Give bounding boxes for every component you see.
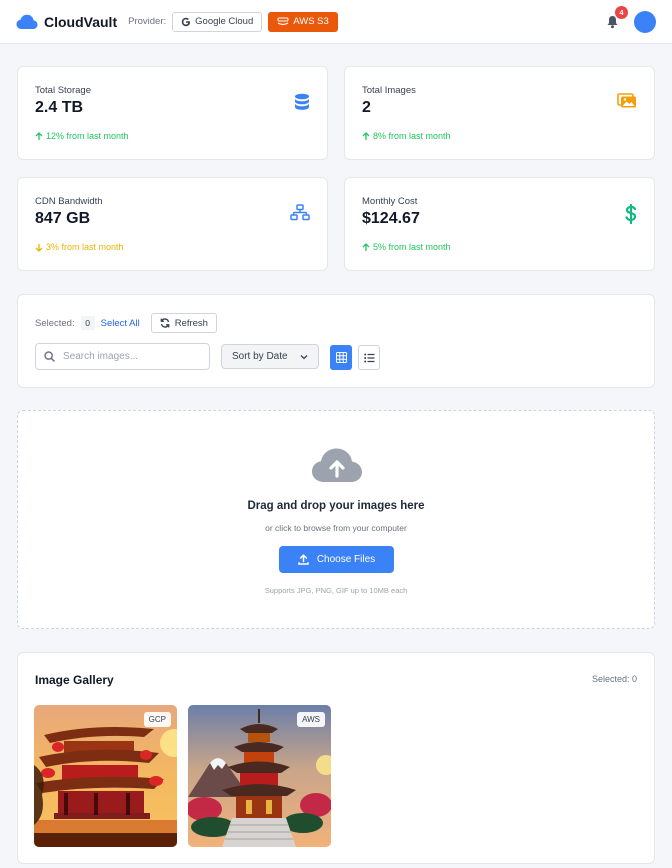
- sort-value: Sort by Date: [232, 351, 288, 362]
- stat-label: Total Images: [362, 85, 416, 96]
- provider-label: Provider:: [128, 16, 167, 27]
- upload-title: Drag and drop your images here: [247, 500, 425, 512]
- grid-icon: [335, 352, 347, 363]
- aws-icon: [277, 17, 289, 26]
- search-input[interactable]: [63, 351, 203, 362]
- stat-label: Total Storage: [35, 85, 91, 96]
- provider-tag: AWS: [297, 712, 325, 727]
- upload-dropzone[interactable]: Drag and drop your images here or click …: [17, 410, 655, 629]
- refresh-button[interactable]: Refresh: [150, 313, 217, 333]
- selected-count: 0: [80, 316, 95, 330]
- database-icon: [295, 93, 309, 110]
- stat-label: CDN Bandwidth: [35, 196, 103, 207]
- select-all-link[interactable]: Select All: [101, 318, 140, 329]
- list-view-button[interactable]: [358, 345, 380, 370]
- dollar-icon: [625, 204, 637, 224]
- provider-label-google: Google Cloud: [195, 16, 254, 27]
- stat-card-total-storage: Total Storage 2.4 TB 12% from last month: [17, 66, 328, 160]
- chevron-down-icon: [300, 354, 308, 359]
- arrow-down-icon: [35, 243, 43, 252]
- stat-trend: 12% from last month: [35, 131, 129, 141]
- gallery-selected: Selected: 0: [591, 674, 637, 684]
- stat-value: 2: [362, 99, 371, 116]
- image-gallery-panel: Image Gallery Selected: 0 GCP AWS: [17, 652, 655, 864]
- stat-card-total-images: Total Images 2 8% from last month: [344, 66, 655, 160]
- gallery-title: Image Gallery: [35, 673, 114, 687]
- stat-card-cdn-bandwidth: CDN Bandwidth 847 GB 3% from last month: [17, 177, 328, 271]
- gallery-image-card[interactable]: GCP: [34, 705, 177, 847]
- arrow-up-icon: [362, 242, 370, 251]
- upload-subtitle: or click to browse from your computer: [265, 523, 407, 533]
- notifications-button[interactable]: 4: [604, 5, 628, 30]
- stat-trend: 8% from last month: [362, 131, 451, 141]
- choose-files-label: Choose Files: [316, 554, 376, 565]
- google-icon: [181, 17, 191, 26]
- notification-badge: 4: [615, 5, 628, 19]
- list-icon: [363, 353, 374, 362]
- top-bar: CloudVault Provider: Google Cloud AWS S3…: [0, 0, 672, 44]
- upload-note: Supports JPG, PNG, GIF up to 10MB each: [264, 586, 408, 595]
- sort-select[interactable]: Sort by Date: [221, 344, 319, 369]
- provider-label-aws: AWS S3: [293, 16, 329, 27]
- avatar[interactable]: [634, 10, 656, 33]
- search-box[interactable]: [35, 343, 210, 370]
- stat-value: $124.67: [362, 210, 420, 227]
- provider-google-cloud-button[interactable]: Google Cloud: [172, 11, 263, 32]
- search-icon: [44, 351, 55, 362]
- cloud-upload-icon: [312, 448, 362, 482]
- selection-row: Selected: 0 Select All Refresh: [35, 313, 217, 333]
- network-icon: [290, 204, 310, 221]
- upload-icon: [298, 554, 309, 565]
- provider-tag: GCP: [143, 712, 171, 727]
- gallery-image-card[interactable]: AWS: [188, 705, 331, 847]
- provider-aws-s3-button[interactable]: AWS S3: [268, 11, 338, 32]
- app-name: CloudVault: [44, 13, 118, 30]
- arrow-up-icon: [362, 131, 370, 140]
- images-icon: [617, 93, 636, 108]
- stat-card-monthly-cost: Monthly Cost $124.67 5% from last month: [344, 177, 655, 271]
- stat-value: 2.4 TB: [35, 99, 84, 116]
- cloud-logo-icon: [16, 14, 38, 29]
- choose-files-button[interactable]: Choose Files: [279, 546, 394, 573]
- stat-value: 847 GB: [35, 210, 91, 227]
- stat-trend: 5% from last month: [362, 242, 451, 252]
- refresh-label: Refresh: [174, 317, 208, 329]
- stat-label: Monthly Cost: [362, 196, 418, 207]
- logo[interactable]: CloudVault: [16, 14, 117, 30]
- stat-trend: 3% from last month: [35, 242, 124, 252]
- arrow-up-icon: [35, 131, 43, 140]
- selected-label: Selected:: [35, 317, 75, 329]
- grid-view-button[interactable]: [330, 345, 352, 370]
- refresh-icon: [160, 318, 170, 328]
- toolbar-panel: Selected: 0 Select All Refresh Sort by D…: [17, 294, 655, 388]
